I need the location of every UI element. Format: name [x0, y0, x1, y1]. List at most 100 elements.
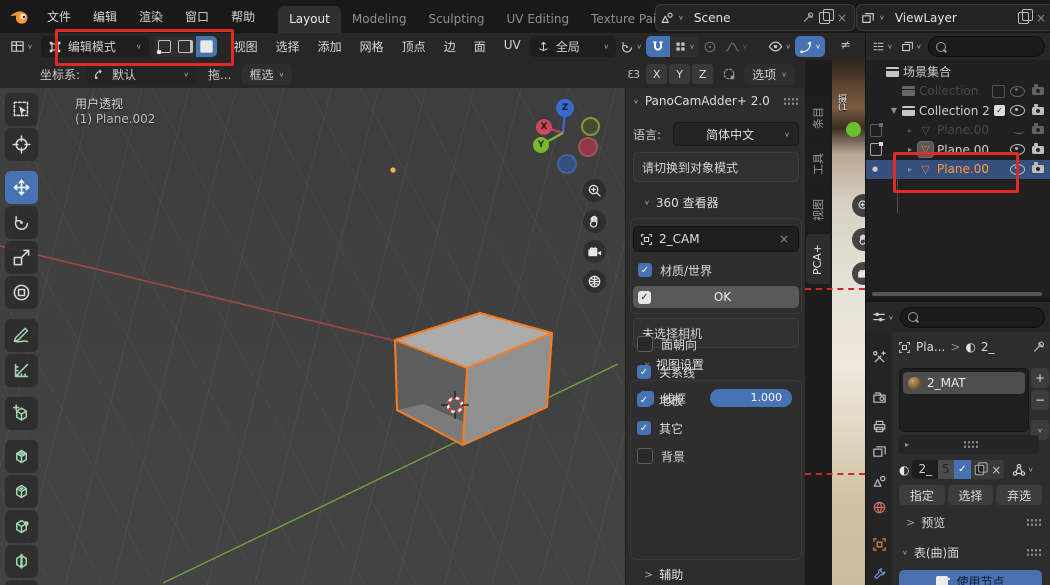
properties-tab-modifiers[interactable] [866, 562, 892, 585]
material-name-field[interactable]: 2_ [912, 460, 938, 479]
properties-search[interactable] [900, 307, 1045, 328]
strip-header-icon[interactable]: ≠ [840, 38, 851, 53]
breadcrumb-material[interactable]: 2_ [981, 340, 995, 354]
checkbox-checked-icon[interactable]: ✓ [637, 365, 651, 379]
select-type-dropdown[interactable]: 框选 ∨ [242, 64, 293, 85]
overlays-dropdown[interactable]: ∨ [764, 39, 795, 54]
collapse-arrow-icon[interactable]: ▼ [889, 106, 899, 115]
exclude-checkbox[interactable]: ✓ [994, 105, 1005, 116]
sidebar-tab-工具[interactable]: 工具 [806, 142, 830, 186]
expand-icon[interactable]: ▸ [905, 440, 909, 449]
falloff-dropdown[interactable]: ∨ [721, 39, 752, 54]
snap-toggle-button[interactable] [646, 36, 670, 57]
tool-transform[interactable] [5, 276, 38, 309]
tool-rotate[interactable] [5, 206, 38, 239]
material-world-checkbox-row[interactable]: ✓ 材质/世界 [638, 260, 792, 280]
ok-button[interactable]: ✓ OK [633, 286, 799, 308]
clear-icon[interactable]: × [776, 232, 792, 246]
gizmo-axis-y-neg[interactable] [581, 117, 600, 136]
exclude-checkbox[interactable] [992, 85, 1005, 98]
properties-tab-object[interactable] [866, 532, 892, 556]
tool-bevel[interactable] [5, 510, 38, 543]
orientation-dropdown[interactable]: 全局 ∨ [530, 36, 617, 57]
pin-icon[interactable] [802, 11, 815, 24]
scene-selector[interactable]: ∨ Scene × [655, 4, 855, 31]
option-row-地板[interactable]: ✓地板 [637, 390, 787, 410]
drag-label[interactable]: 拖... [208, 66, 231, 83]
pin-icon[interactable] [1032, 340, 1046, 354]
properties-tab-tool[interactable] [866, 345, 892, 369]
outliner-search[interactable] [928, 36, 1045, 57]
aux-panel-header[interactable]: > 辅助 [644, 566, 799, 583]
tool-annotate[interactable] [5, 319, 38, 352]
fake-user-button[interactable]: ✓ [954, 460, 971, 479]
proportional-editing-button[interactable] [699, 40, 721, 54]
viewport-menu-网格[interactable]: 网格 [351, 38, 393, 55]
workspace-tab-Layout[interactable]: Layout [278, 6, 341, 33]
mode-dropdown[interactable]: 编辑模式 ∨ [41, 36, 149, 57]
editor-type-button[interactable]: ∨ [6, 39, 37, 54]
addon-panel-header[interactable]: ∨ PanoCamAdder+ 2.0 [633, 94, 799, 108]
workspace-tab-Modeling[interactable]: Modeling [341, 6, 418, 33]
material-选择-button[interactable]: 选择 [948, 485, 994, 505]
viewport-menu-添加[interactable]: 添加 [309, 38, 351, 55]
camera-restrict-icon[interactable] [1032, 165, 1044, 173]
preview-panel-header[interactable]: > 预览 [906, 514, 945, 531]
checkbox-unchecked-icon[interactable] [637, 336, 653, 352]
gizmo-axis-x[interactable]: X [536, 119, 552, 135]
tool-orientation-dropdown[interactable]: 默认 ∨ [86, 64, 196, 85]
viewlayer-selector[interactable]: ∨ ViewLayer × [856, 4, 1050, 31]
strip-gizmo-ball[interactable] [846, 122, 861, 137]
topbar-menu-窗口[interactable]: 窗口 [174, 8, 220, 25]
gizmo-axis-y[interactable]: Y [533, 137, 549, 153]
workspace-tab-UV Editing[interactable]: UV Editing [496, 6, 581, 33]
workspace-tab-Sculpting[interactable]: Sculpting [417, 6, 495, 33]
close-icon[interactable]: × [1033, 11, 1049, 25]
expand-arrow-icon[interactable]: ▸ [905, 165, 915, 174]
properties-tab-scene[interactable] [866, 469, 892, 493]
sidebar-tab-PCA+[interactable]: PCA+ [806, 234, 830, 284]
new-scene-icon[interactable] [819, 12, 830, 24]
option-row-关系线[interactable]: ✓关系线 [637, 362, 787, 382]
new-viewlayer-icon[interactable] [1018, 12, 1029, 24]
checkbox-unchecked-icon[interactable] [637, 448, 653, 464]
properties-tab-render[interactable] [866, 385, 892, 409]
blender-logo-icon[interactable] [8, 9, 30, 25]
axis-button-Y[interactable]: Y [669, 64, 690, 84]
nodetree-dropdown[interactable]: ∨ [1012, 463, 1034, 477]
properties-tab-world[interactable] [866, 495, 892, 519]
use-nodes-button[interactable]: 使用节点 [899, 570, 1042, 585]
checkbox-checked-icon[interactable]: ✓ [637, 421, 651, 435]
material-指定-button[interactable]: 指定 [899, 485, 945, 505]
add-slot-button[interactable]: + [1031, 368, 1049, 388]
gizmo-axis-z-neg[interactable] [557, 154, 577, 174]
checkbox-checked-icon[interactable]: ✓ [637, 393, 651, 407]
camera-restrict-icon[interactable] [1032, 107, 1044, 115]
eye-icon[interactable] [1010, 105, 1025, 116]
option-row-其它[interactable]: ✓其它 [637, 418, 787, 438]
viewlayer-name[interactable]: ViewLayer [889, 11, 1014, 25]
outliner-row-3[interactable]: ▸▽Plane.00 [866, 121, 1050, 140]
checkbox-checked-icon[interactable]: ✓ [638, 291, 651, 304]
breadcrumb-object[interactable]: Pla... [916, 340, 945, 354]
material-slot-row[interactable]: 2_MAT [903, 372, 1025, 394]
viewer-panel-header[interactable]: ∨ 360 查看器 [644, 194, 799, 211]
tool-extrude-region[interactable] [5, 440, 38, 473]
collapsed-row[interactable]: ▸ [899, 435, 1039, 454]
outliner-row-1[interactable]: Collection [866, 82, 1050, 101]
gizmo-axis-x-neg[interactable] [578, 137, 598, 157]
filter-dropdown[interactable]: ∨ [899, 40, 924, 53]
viewport-menu-边[interactable]: 边 [435, 38, 465, 55]
outliner-scrollbar[interactable] [872, 292, 1042, 296]
tool-knife[interactable] [5, 580, 38, 585]
camera-view-button[interactable] [583, 240, 606, 263]
gizmo-axis-z[interactable]: Z [556, 99, 574, 117]
close-icon[interactable]: × [834, 11, 850, 25]
eye-icon[interactable] [1010, 144, 1025, 155]
surface-panel-header[interactable]: ∨ 表(曲)面 [902, 544, 959, 561]
viewport-menu-UV[interactable]: UV [495, 38, 530, 55]
outliner-row-0[interactable]: 场景集合 [866, 62, 1050, 81]
zoom-button[interactable] [583, 179, 606, 202]
tool-scale[interactable] [5, 241, 38, 274]
checkbox-checked-icon[interactable]: ✓ [638, 263, 652, 277]
